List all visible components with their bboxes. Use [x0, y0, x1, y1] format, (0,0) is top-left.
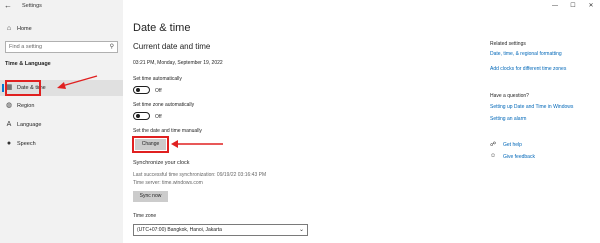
nav-home[interactable]: ⌂ Home — [0, 22, 123, 36]
minimize-icon[interactable]: — — [546, 0, 564, 12]
give-feedback-link[interactable]: Give feedback — [503, 154, 535, 160]
title-bar: ← Settings — [0, 0, 123, 12]
toggle-knob — [136, 114, 140, 118]
manual-date-time-label: Set the date and time manually — [133, 128, 202, 134]
microphone-icon: ● — [6, 140, 12, 147]
search-input[interactable]: Find a setting ⚲ — [5, 41, 118, 53]
chevron-down-icon: ⌄ — [298, 227, 304, 233]
sync-clock-heading: Synchronize your clock — [133, 160, 190, 166]
set-timezone-auto-label: Set time zone automatically — [133, 102, 195, 108]
home-icon: ⌂ — [6, 25, 12, 32]
sidebar-item-language[interactable]: A Language — [0, 117, 123, 133]
set-time-auto-state: Off — [155, 88, 162, 94]
set-time-auto-toggle[interactable] — [133, 86, 150, 94]
set-timezone-auto-state: Off — [155, 114, 162, 120]
sidebar-section-title: Time & Language — [5, 61, 51, 67]
close-icon[interactable]: ✕ — [582, 0, 600, 12]
timezone-label: Time zone — [133, 213, 157, 219]
set-timezone-auto-toggle[interactable] — [133, 112, 150, 120]
link-regional-formatting[interactable]: Date, time, & regional formatting — [490, 51, 562, 57]
current-datetime: 03:21 PM, Monday, September 19, 2022 — [133, 60, 223, 66]
sidebar-item-region[interactable]: ◍ Region — [0, 98, 123, 114]
toggle-knob — [136, 88, 140, 92]
current-date-time-heading: Current date and time — [133, 42, 211, 51]
window-controls: — ☐ ✕ — [546, 0, 600, 12]
timezone-select[interactable]: (UTC+07:00) Bangkok, Hanoi, Jakarta ⌄ — [133, 224, 308, 236]
highlight-box-date-time — [5, 80, 41, 96]
get-help-link[interactable]: Get help — [503, 142, 522, 148]
sync-now-button[interactable]: Sync now — [133, 191, 168, 202]
highlight-box-change — [132, 136, 169, 153]
arrow-head-change — [171, 140, 178, 148]
link-add-clocks[interactable]: Add clocks for different time zones — [490, 66, 566, 72]
related-settings-heading: Related settings — [490, 41, 526, 47]
link-setting-alarm[interactable]: Setting an alarm — [490, 116, 526, 122]
help-icon: ☍ — [490, 142, 497, 148]
app-title: Settings — [22, 3, 42, 9]
search-icon: ⚲ — [109, 44, 114, 50]
timezone-value: (UTC+07:00) Bangkok, Hanoi, Jakarta — [137, 227, 222, 233]
maximize-icon[interactable]: ☐ — [564, 0, 582, 12]
feedback-icon: ☺ — [490, 153, 497, 159]
search-placeholder: Find a setting — [9, 44, 43, 50]
selection-indicator — [2, 84, 4, 92]
sidebar-item-label: Region — [17, 103, 35, 109]
page-title: Date & time — [133, 22, 191, 34]
link-setting-up-date-time[interactable]: Setting up Date and Time in Windows — [490, 104, 573, 110]
sidebar-item-speech[interactable]: ● Speech — [0, 136, 123, 152]
set-time-auto-label: Set time automatically — [133, 76, 182, 82]
sidebar: ← Settings ⌂ Home Find a setting ⚲ Time … — [0, 0, 123, 243]
globe-icon: ◍ — [5, 102, 13, 109]
nav-home-label: Home — [17, 26, 32, 32]
question-heading: Have a question? — [490, 93, 529, 99]
time-server-text: Time server: time.windows.com — [133, 180, 203, 186]
sidebar-item-label: Speech — [17, 141, 36, 147]
language-icon: A — [6, 121, 12, 128]
back-arrow-icon[interactable]: ← — [4, 0, 12, 12]
sidebar-item-label: Language — [17, 122, 42, 128]
last-sync-text: Last successful time synchronization: 09… — [133, 172, 267, 178]
